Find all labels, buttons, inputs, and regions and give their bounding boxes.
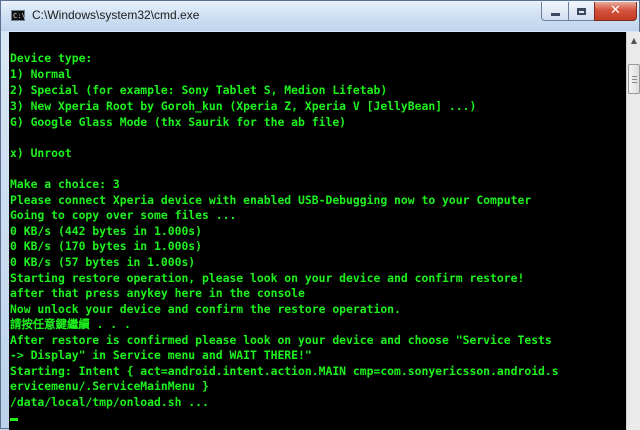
maximize-icon: [577, 7, 586, 15]
console-line: 1) Normal: [10, 67, 72, 81]
grip-line: [632, 82, 637, 83]
title-bar[interactable]: C:\ C:\Windows\system32\cmd.exe ✕: [1, 1, 639, 31]
console-line: Please connect Xperia device with enable…: [10, 193, 532, 207]
vertical-scrollbar[interactable]: ▲: [626, 32, 640, 430]
close-icon: ✕: [610, 3, 621, 18]
console-line: Make a choice: 3: [10, 177, 120, 191]
console-line: -> Display" in Service menu and WAIT THE…: [10, 348, 312, 362]
console-line: /data/local/tmp/onload.sh ...: [10, 395, 209, 409]
scroll-up-icon[interactable]: ▲: [627, 32, 640, 49]
text-cursor: [10, 418, 18, 421]
console-line: 0 KB/s (57 bytes in 1.000s): [10, 255, 196, 269]
minimize-icon: [550, 13, 560, 16]
grip-line: [632, 76, 637, 77]
console-line: 2) Special (for example: Sony Tablet S, …: [10, 83, 388, 97]
console-line: Starting: Intent { act=android.intent.ac…: [10, 364, 559, 378]
console-line: Device type:: [10, 51, 93, 65]
console-line: Starting restore operation, please look …: [10, 271, 525, 285]
scroll-thumb[interactable]: [628, 64, 640, 94]
console-line: After restore is confirmed please look o…: [10, 333, 552, 347]
console-line: x) Unroot: [10, 146, 72, 160]
console-line: 3) New Xperia Root by Goroh_kun (Xperia …: [10, 99, 477, 113]
console-line: after that press anykey here in the cons…: [10, 286, 305, 300]
window-title: C:\Windows\system32\cmd.exe: [32, 8, 200, 22]
close-button[interactable]: ✕: [594, 2, 637, 21]
console-output[interactable]: Device type: 1) Normal 2) Special (for e…: [9, 32, 626, 430]
minimize-button[interactable]: [541, 2, 569, 21]
console-line: Going to copy over some files ...: [10, 208, 237, 222]
cmd-window: C:\ C:\Windows\system32\cmd.exe ✕ Device…: [0, 0, 640, 430]
grip-line: [632, 79, 637, 80]
console-line: Now unlock your device and confirm the r…: [10, 302, 401, 316]
console-line: 請按任意鍵繼續 . . .: [10, 317, 131, 331]
console-line: 0 KB/s (442 bytes in 1.000s): [10, 224, 203, 238]
console-line: G) Google Glass Mode (thx Saurik for the…: [10, 115, 347, 129]
console-line: 0 KB/s (170 bytes in 1.000s): [10, 239, 203, 253]
maximize-button[interactable]: [568, 2, 595, 21]
cmd-icon[interactable]: C:\: [11, 10, 26, 21]
console-line: ervicemenu/.ServiceMainMenu }: [10, 379, 209, 393]
